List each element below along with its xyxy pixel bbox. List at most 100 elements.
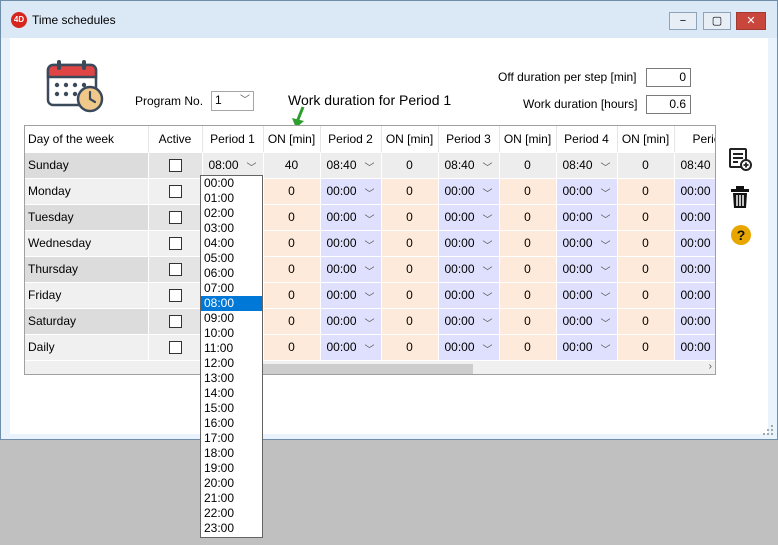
period1-on-field[interactable]: 0	[263, 256, 321, 283]
checkbox[interactable]	[168, 237, 182, 251]
period4-time-select[interactable]: 00:00 ﹀	[556, 204, 618, 231]
period5-time-select[interactable]: 00:00﹀	[674, 230, 715, 257]
dropdown-option[interactable]: 14:00	[201, 386, 262, 401]
period3-on-field[interactable]: 0	[499, 152, 557, 179]
dropdown-option[interactable]: 00:00	[201, 176, 262, 191]
dropdown-option[interactable]: 02:00	[201, 206, 262, 221]
trash-icon[interactable]	[728, 185, 752, 209]
period3-time-select[interactable]: 00:00 ﹀	[438, 334, 500, 361]
period3-on-field[interactable]: 0	[499, 256, 557, 283]
period4-on-field[interactable]: 0	[617, 256, 675, 283]
period4-time-select[interactable]: 00:00 ﹀	[556, 308, 618, 335]
dropdown-option[interactable]: 21:00	[201, 491, 262, 506]
period3-on-field[interactable]: 0	[499, 178, 557, 205]
checkbox[interactable]	[168, 315, 182, 329]
period5-time-select[interactable]: 00:00﹀	[674, 282, 715, 309]
period1-on-field[interactable]: 0	[263, 334, 321, 361]
period1-time-dropdown-list[interactable]: 00:00 01:00 02:00 03:00 04:00 05:00 06:00 07:00…	[200, 175, 263, 538]
period3-time-select[interactable]: 00:00 ﹀	[438, 178, 500, 205]
period2-on-field[interactable]: 0	[381, 256, 439, 283]
period5-time-select[interactable]: 08:40﹀	[674, 152, 715, 179]
scrollbar-thumb[interactable]	[261, 364, 473, 374]
period2-on-field[interactable]: 0	[381, 282, 439, 309]
period3-on-field[interactable]: 0	[499, 334, 557, 361]
restore-button[interactable]: ▢	[703, 12, 731, 30]
dropdown-option[interactable]: 11:00	[201, 341, 262, 356]
checkbox[interactable]	[168, 289, 182, 303]
period2-on-field[interactable]: 0	[381, 334, 439, 361]
schedule-grid[interactable]: Day of the week Active Period 1 ON [min] Per…	[24, 125, 716, 375]
close-button[interactable]: ✕	[736, 12, 766, 30]
period4-on-field[interactable]: 0	[617, 178, 675, 205]
column-header[interactable]: ON [min]	[263, 126, 321, 153]
period5-time-select[interactable]: 00:00﹀	[674, 308, 715, 335]
period3-time-select[interactable]: 00:00 ﹀	[438, 256, 500, 283]
dropdown-option[interactable]: 23:00	[201, 521, 262, 536]
period1-on-field[interactable]: 0	[263, 204, 321, 231]
active-checkbox[interactable]	[148, 256, 203, 283]
period2-on-field[interactable]: 0	[381, 230, 439, 257]
dropdown-option[interactable]: 17:00	[201, 431, 262, 446]
period4-time-select[interactable]: 00:00 ﹀	[556, 334, 618, 361]
dropdown-option[interactable]: 03:00	[201, 221, 262, 236]
column-header[interactable]: Active	[148, 126, 203, 153]
column-header[interactable]: Period 1	[202, 126, 264, 153]
period1-on-field[interactable]: 0	[263, 230, 321, 257]
period2-on-field[interactable]: 0	[381, 152, 439, 179]
period3-on-field[interactable]: 0	[499, 308, 557, 335]
period3-on-field[interactable]: 0	[499, 204, 557, 231]
period2-time-select[interactable]: 00:00 ﹀	[320, 230, 382, 257]
dropdown-option[interactable]: 04:00	[201, 236, 262, 251]
period2-on-field[interactable]: 0	[381, 308, 439, 335]
dropdown-option[interactable]: 09:00	[201, 311, 262, 326]
period5-time-select[interactable]: 00:00﹀	[674, 204, 715, 231]
active-checkbox[interactable]	[148, 178, 203, 205]
checkbox[interactable]	[168, 185, 182, 199]
period4-time-select[interactable]: 08:40 ﹀	[556, 152, 618, 179]
dropdown-option[interactable]: 08:00	[201, 296, 262, 311]
period4-time-select[interactable]: 00:00 ﹀	[556, 178, 618, 205]
dropdown-option[interactable]: 15:00	[201, 401, 262, 416]
period2-time-select[interactable]: 00:00 ﹀	[320, 256, 382, 283]
period3-time-select[interactable]: 08:40 ﹀	[438, 152, 500, 179]
column-header[interactable]: Day of the week	[25, 126, 149, 153]
active-checkbox[interactable]	[148, 204, 203, 231]
period2-time-select[interactable]: 00:00 ﹀	[320, 282, 382, 309]
period4-time-select[interactable]: 00:00 ﹀	[556, 282, 618, 309]
period4-on-field[interactable]: 0	[617, 152, 675, 179]
off-duration-field[interactable]: 0	[646, 68, 691, 87]
help-icon[interactable]: ?	[731, 225, 751, 245]
resize-grip-icon[interactable]	[763, 425, 773, 435]
period1-on-field[interactable]: 0	[263, 178, 321, 205]
period4-time-select[interactable]: 00:00 ﹀	[556, 230, 618, 257]
period3-on-field[interactable]: 0	[499, 282, 557, 309]
column-header[interactable]: Period 3	[438, 126, 500, 153]
period5-time-select[interactable]: 00:00﹀	[674, 334, 715, 361]
active-checkbox[interactable]	[148, 230, 203, 257]
dropdown-option[interactable]: 06:00	[201, 266, 262, 281]
period4-time-select[interactable]: 00:00 ﹀	[556, 256, 618, 283]
period4-on-field[interactable]: 0	[617, 282, 675, 309]
dropdown-option[interactable]: 18:00	[201, 446, 262, 461]
period3-time-select[interactable]: 00:00 ﹀	[438, 282, 500, 309]
active-checkbox[interactable]	[148, 282, 203, 309]
dropdown-option[interactable]: 12:00	[201, 356, 262, 371]
column-header[interactable]: Period 4	[556, 126, 618, 153]
checkbox[interactable]	[168, 211, 182, 225]
period3-time-select[interactable]: 00:00 ﹀	[438, 308, 500, 335]
period1-on-field[interactable]: 0	[263, 282, 321, 309]
scroll-right-icon[interactable]: ›	[709, 361, 712, 372]
program-no-select[interactable]: 1 ﹀	[211, 91, 254, 111]
add-list-icon[interactable]	[728, 147, 752, 171]
dropdown-option[interactable]: 07:00	[201, 281, 262, 296]
checkbox[interactable]	[168, 341, 182, 355]
minimize-button[interactable]: −	[669, 12, 697, 30]
period4-on-field[interactable]: 0	[617, 230, 675, 257]
column-header[interactable]: Period 2	[320, 126, 382, 153]
period4-on-field[interactable]: 0	[617, 334, 675, 361]
period2-time-select[interactable]: 00:00 ﹀	[320, 308, 382, 335]
period4-on-field[interactable]: 0	[617, 308, 675, 335]
title-bar[interactable]: 4D Time schedules − ▢ ✕	[1, 1, 777, 38]
dropdown-option[interactable]: 05:00	[201, 251, 262, 266]
active-checkbox[interactable]	[148, 334, 203, 361]
